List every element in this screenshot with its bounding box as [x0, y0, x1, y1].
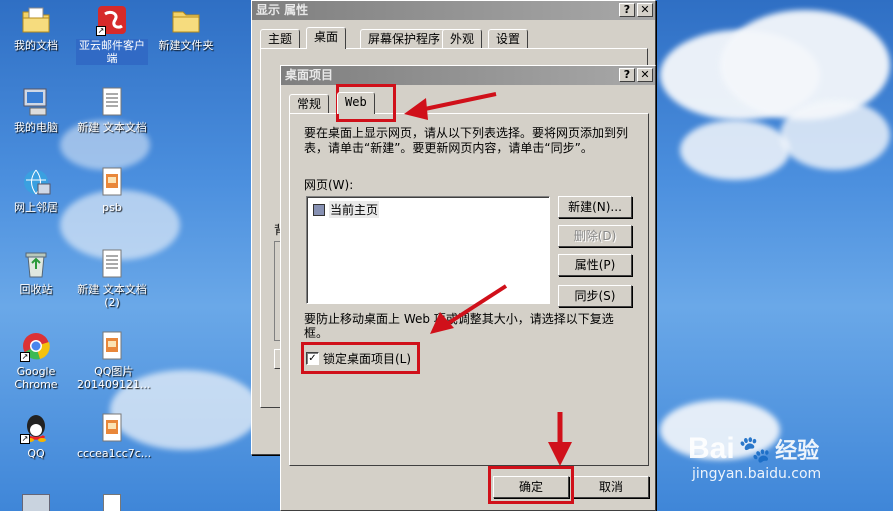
- watermark-brand2: 经验: [775, 438, 820, 463]
- desktop-icon-my-documents[interactable]: 我的文档: [0, 4, 72, 52]
- desktop-icon-image-file[interactable]: cccea1cc7c...: [76, 412, 151, 460]
- desktop-icon-psb[interactable]: psb: [76, 166, 148, 214]
- watermark: Bai 🐾 经验 jingyan.baidu.com: [688, 432, 888, 492]
- text-file-icon: [96, 248, 128, 280]
- annotation-arrow-icon: [548, 412, 572, 466]
- desktop-icon-new-folder[interactable]: 新建文件夹: [150, 4, 222, 52]
- computer-icon: [20, 86, 52, 118]
- shortcut-arrow-icon: ↗: [20, 352, 30, 362]
- desktop-icon-label: QQ: [27, 447, 45, 460]
- image-file-icon: [96, 330, 128, 362]
- tab-appearance[interactable]: 外观: [442, 29, 483, 49]
- sync-button[interactable]: 同步(S): [558, 285, 632, 307]
- dialog-titlebar: 桌面项目 ? ✕: [281, 66, 655, 85]
- text-file-icon: [96, 86, 128, 118]
- annotation-arrow-icon: [430, 284, 508, 334]
- desktop-icon-text-doc[interactable]: 新建 文本文档: [76, 86, 148, 134]
- desktop-icon-network[interactable]: 网上邻居: [0, 166, 72, 214]
- desktop-icon-label: 新建 文本文档 (2): [77, 283, 147, 309]
- desktop-icon-label: 我的电脑: [14, 121, 58, 134]
- dialog-title: 桌面项目: [285, 68, 334, 82]
- highlight-lock-checkbox: [301, 342, 420, 374]
- chrome-icon: ↗: [20, 330, 52, 362]
- desktop-icon-qq-image[interactable]: QQ图片201409121...: [76, 330, 151, 391]
- folder-docs-icon: [20, 4, 52, 36]
- close-button[interactable]: ✕: [637, 68, 653, 82]
- tab-settings[interactable]: 设置: [488, 29, 529, 49]
- shortcut-arrow-icon: ↗: [20, 434, 30, 444]
- delete-button[interactable]: 删除(D): [558, 225, 632, 247]
- recycle-bin-icon: [20, 248, 52, 280]
- webpages-label: 网页(W):: [304, 178, 354, 192]
- list-item[interactable]: 当前主页: [313, 201, 380, 218]
- shortcut-arrow-icon: ↗: [96, 26, 106, 36]
- desktop-icon-label: QQ图片201409121...: [77, 365, 151, 391]
- cancel-button[interactable]: 取消: [573, 476, 649, 498]
- desktop-icon-label: psb: [102, 201, 122, 214]
- desktop-icon-qq[interactable]: ↗ QQ: [0, 412, 72, 460]
- desktop-icon-label: cccea1cc7c...: [77, 447, 152, 460]
- desktop-icon-label: 新建 文本文档: [77, 121, 147, 134]
- tab-themes[interactable]: 主题: [260, 29, 301, 49]
- desktop-icon-label: 新建文件夹: [158, 39, 214, 52]
- tab-screensaver[interactable]: 屏幕保护程序: [360, 29, 449, 49]
- window-title: 显示 属性: [256, 3, 309, 17]
- tab-desktop[interactable]: 桌面: [306, 27, 347, 49]
- qq-icon: ↗: [20, 412, 52, 444]
- help-button[interactable]: ?: [619, 68, 635, 82]
- image-file-icon: [96, 412, 128, 444]
- network-icon: [20, 166, 52, 198]
- desktop-icon-label: Google Chrome: [14, 365, 58, 391]
- tab-strip: 主题 桌面 屏幕保护程序 外观 设置: [260, 27, 650, 49]
- list-item-checkbox[interactable]: [313, 203, 325, 216]
- highlight-ok-button: [488, 466, 574, 504]
- new-button[interactable]: 新建(N)...: [558, 196, 632, 218]
- annotation-arrow-icon: [404, 92, 497, 120]
- image-file-icon: [96, 166, 128, 198]
- desktop-icon-label: 我的文档: [14, 39, 58, 52]
- desktop-icon-mail-client[interactable]: ↗ 亚云邮件客户端: [76, 4, 148, 65]
- partial-icon: [22, 494, 50, 511]
- instructions-text: 要在桌面上显示网页，请从以下列表选择。要将网页添加到列表，请单击“新建”。要更新…: [304, 126, 629, 155]
- list-item-label: 当前主页: [329, 201, 380, 218]
- desktop-icon-label: 回收站: [19, 283, 53, 296]
- mail-app-icon: ↗: [96, 4, 128, 36]
- close-button[interactable]: ✕: [637, 3, 653, 17]
- folder-icon: [170, 4, 202, 36]
- properties-button[interactable]: 属性(P): [558, 254, 632, 276]
- watermark-brand: Bai: [688, 432, 735, 465]
- tab-general[interactable]: 常规: [289, 94, 330, 114]
- desktop-icon-my-computer[interactable]: 我的电脑: [0, 86, 72, 134]
- help-button[interactable]: ?: [619, 3, 635, 17]
- desktop-icon-recycle-bin[interactable]: 回收站: [0, 248, 72, 296]
- desktop-icon-label: 亚云邮件客户端: [76, 39, 148, 65]
- paw-icon: 🐾: [738, 433, 772, 464]
- partial-icon: [103, 494, 121, 511]
- window-titlebar: 显示 属性 ? ✕: [252, 1, 655, 20]
- desktop-icon-chrome[interactable]: ↗ Google Chrome: [0, 330, 72, 391]
- desktop-icon-label: 网上邻居: [14, 201, 58, 214]
- desktop-icon-text-doc-2[interactable]: 新建 文本文档 (2): [76, 248, 148, 309]
- watermark-url: jingyan.baidu.com: [692, 466, 822, 482]
- tab-web[interactable]: Web: [337, 92, 375, 114]
